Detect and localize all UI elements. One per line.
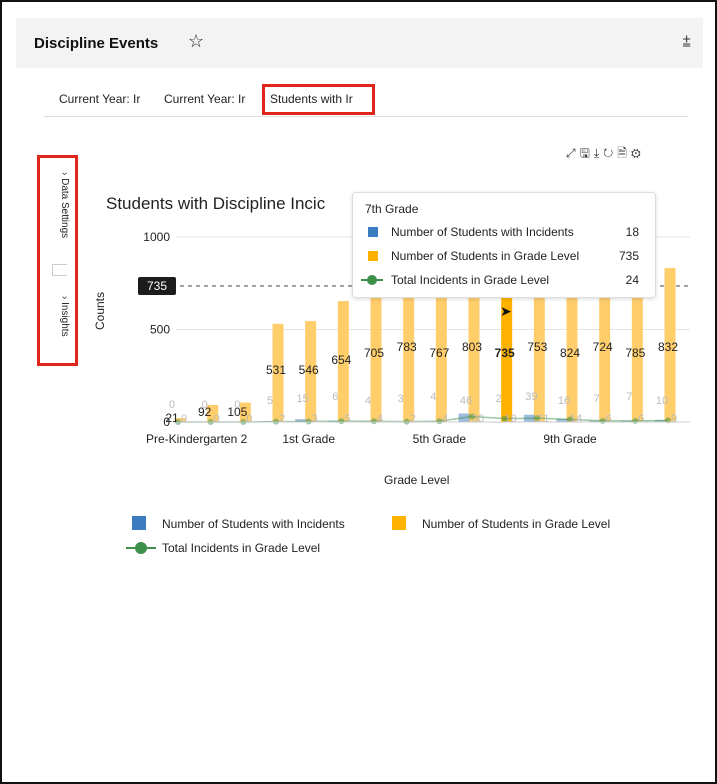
data-label-incidents: 3 xyxy=(398,393,404,405)
tooltip-value: 24 xyxy=(625,273,639,287)
x-tick-label: 9th Grade xyxy=(543,432,597,446)
data-label-grade-level: 735 xyxy=(495,346,515,360)
data-label-grade-level: 785 xyxy=(625,346,645,360)
tooltip-value: 18 xyxy=(625,225,639,239)
data-label-grade-level: 546 xyxy=(299,363,319,377)
legend-swatch-total xyxy=(126,542,156,554)
x-tick-label: 1st Grade xyxy=(282,432,335,446)
tooltip-row-total: Total Incidents in Grade Level 24 xyxy=(361,271,645,289)
legend-swatch-grade-level xyxy=(392,516,406,530)
data-label-incidents: 15 xyxy=(297,393,309,405)
data-label-grade-level: 824 xyxy=(560,346,580,360)
data-label-incidents: 39 xyxy=(525,391,537,403)
data-label-grade-level: 753 xyxy=(527,340,547,354)
data-label-grade-level: 832 xyxy=(658,340,678,354)
data-label-total: 0 xyxy=(214,413,220,425)
data-label-grade-level: 783 xyxy=(397,340,417,354)
chart-plot: 0500100073521 92 105531 546654 705 783 767 803 7… xyxy=(138,230,690,446)
data-label-total: 2 xyxy=(279,413,285,425)
legend-swatch-incidents xyxy=(132,516,146,530)
data-label-incidents: 4 xyxy=(430,391,436,403)
data-label-total: 6 xyxy=(638,413,644,425)
data-label-incidents: 0 xyxy=(234,399,240,411)
legend-label-total: Total Incidents in Grade Level xyxy=(162,541,321,555)
data-label-total: 2 xyxy=(410,413,416,425)
data-label-incidents: 7 xyxy=(626,391,632,403)
data-label-grade-level: 803 xyxy=(462,340,482,354)
tooltip-row-grade-level: Number of Students in Grade Level 735 xyxy=(365,247,645,265)
data-label-total: 18 xyxy=(505,413,517,425)
tooltip-swatch-total xyxy=(361,275,383,285)
data-label-incidents: 6 xyxy=(332,391,338,403)
data-label-grade-level: 531 xyxy=(266,363,286,377)
legend-label-incidents: Number of Students with Incidents xyxy=(162,517,345,531)
data-label-total: 0 xyxy=(246,413,252,425)
tooltip-row-incidents: Number of Students with Incidents 18 xyxy=(365,223,645,241)
tooltip-swatch-grade-level xyxy=(368,251,378,261)
data-label-incidents: 2 xyxy=(496,393,502,405)
bar-grade-level xyxy=(599,288,611,422)
tooltip-label: Number of Students with Incidents xyxy=(391,225,574,239)
data-label-incidents: 7 xyxy=(594,393,600,405)
data-label-total: 21 xyxy=(537,413,549,425)
data-label-incidents: 0 xyxy=(169,399,175,411)
y-tick-label: 1000 xyxy=(143,230,170,244)
data-label-grade-level: 21 xyxy=(165,411,179,425)
data-label-total: 6 xyxy=(606,413,612,425)
mouse-cursor-icon: ➤ xyxy=(500,303,512,319)
data-label-incidents: 10 xyxy=(656,395,668,407)
data-label-total: 5 xyxy=(344,413,350,425)
data-label-incidents: 0 xyxy=(202,399,208,411)
data-label-incidents: 4 xyxy=(365,395,371,407)
tooltip-swatch-incidents xyxy=(368,227,378,237)
data-label-total: 0 xyxy=(181,413,187,425)
data-label-total: 4 xyxy=(442,413,448,425)
data-label-incidents: 5 xyxy=(267,395,273,407)
reference-line-label: 735 xyxy=(147,279,167,293)
tooltip-title: 7th Grade xyxy=(365,202,419,216)
tooltip-value: 735 xyxy=(618,249,639,263)
data-label-grade-level: 654 xyxy=(331,353,351,367)
x-tick-label: Pre-Kindergarten 2 xyxy=(146,432,248,446)
data-label-total: 4 xyxy=(377,413,383,425)
chart-tooltip: 7th Grade Number of Students with Incide… xyxy=(352,192,656,298)
data-label-incidents: 16 xyxy=(558,395,570,407)
data-label-grade-level: 705 xyxy=(364,346,384,360)
x-tick-label: 5th Grade xyxy=(413,432,467,446)
y-tick-label: 500 xyxy=(150,323,170,337)
data-label-total: 30 xyxy=(472,413,484,425)
data-label-total: 3 xyxy=(312,413,318,425)
legend-label-grade-level: Number of Students in Grade Level xyxy=(422,517,611,531)
data-label-total: 14 xyxy=(570,413,582,425)
data-label-grade-level: 767 xyxy=(429,346,449,360)
tooltip-label: Number of Students in Grade Level xyxy=(391,249,580,263)
data-label-incidents: 46 xyxy=(460,395,472,407)
data-label-grade-level: 724 xyxy=(593,340,613,354)
data-label-total: 9 xyxy=(671,413,677,425)
tooltip-label: Total Incidents in Grade Level xyxy=(391,273,550,287)
